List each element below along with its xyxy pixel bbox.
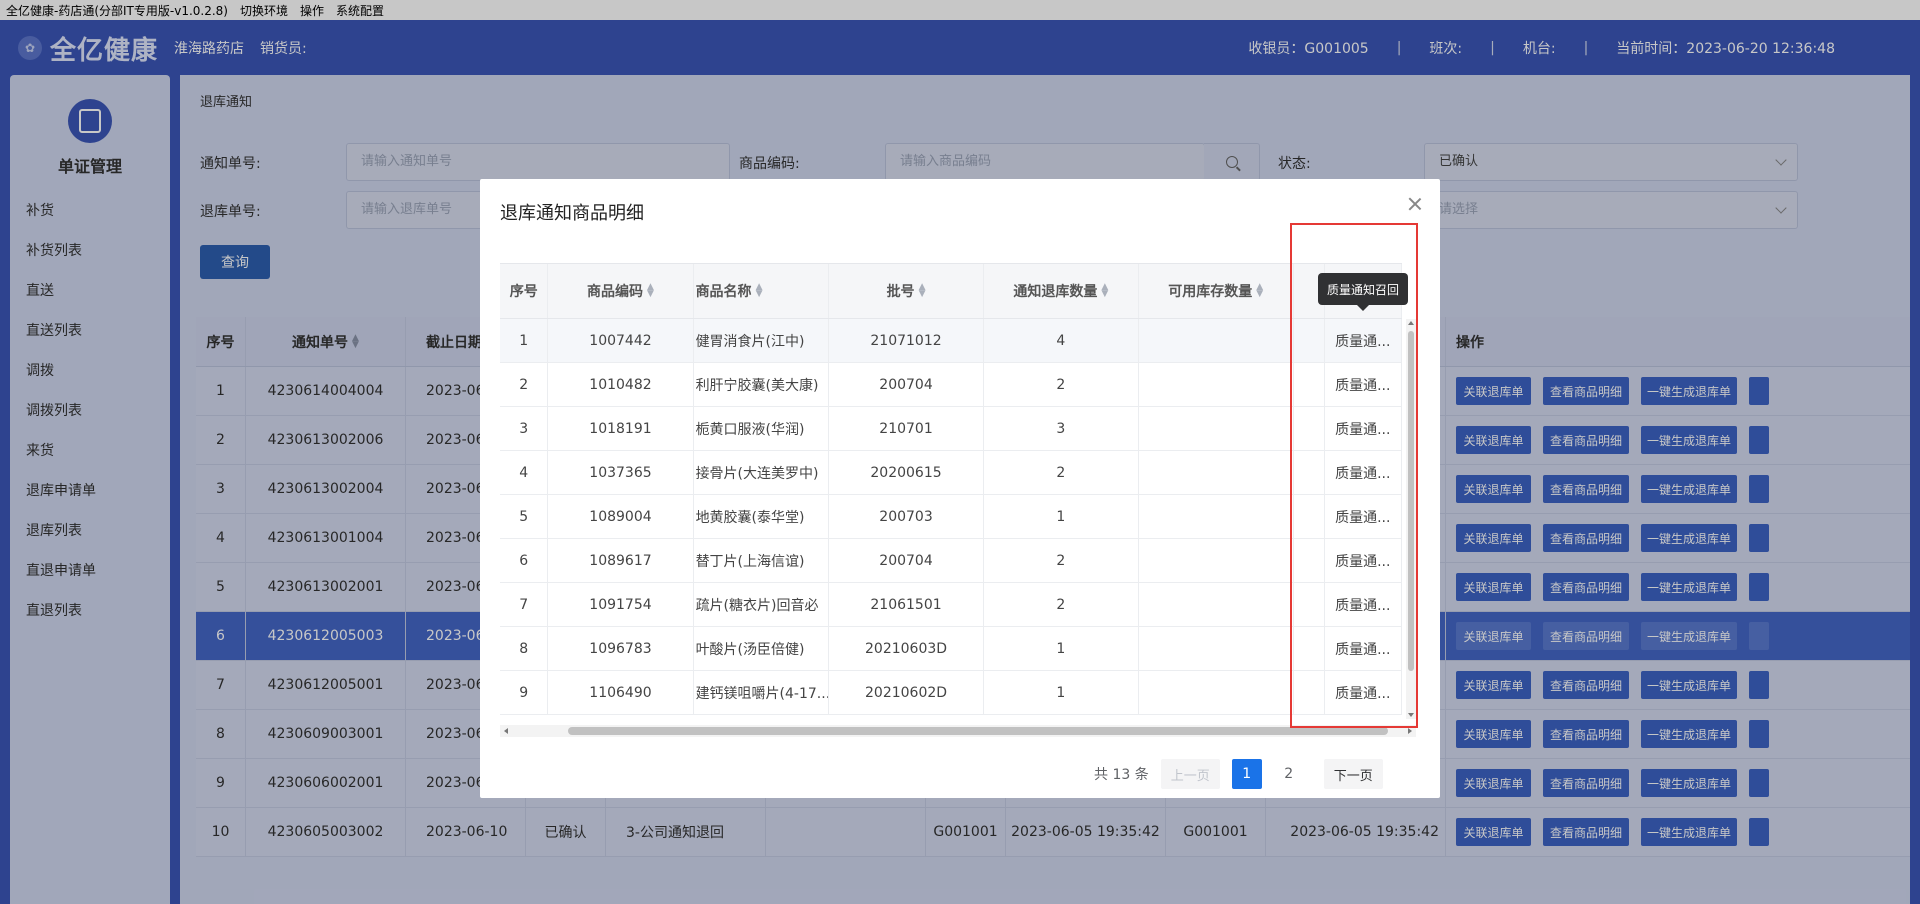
next-page-button[interactable]: 下一页 [1323, 759, 1383, 789]
recall-tooltip: 质量通知召回 [1318, 273, 1408, 311]
sort-icon: ▲▼ [647, 282, 654, 299]
row-goods-name: 建钙镁咀嚼片(4-17... [694, 671, 830, 714]
row-goods-code: 1091754 [548, 583, 694, 626]
row-notice-qty: 3 [984, 407, 1139, 450]
close-icon[interactable] [1408, 197, 1422, 211]
row-notice-qty: 2 [984, 451, 1139, 494]
prev-page-button[interactable]: 上一页 [1160, 759, 1220, 789]
row-available-qty [1139, 451, 1294, 494]
sort-icon: ▲▼ [1101, 282, 1109, 299]
row-available-qty [1139, 539, 1294, 582]
pagination-total: 共 13 条 [1094, 767, 1149, 783]
sort-icon: ▲▼ [755, 282, 763, 299]
row-notice-qty: 1 [984, 627, 1139, 670]
row-goods-name: 接骨片(大连美罗中) [694, 451, 830, 494]
row-seq: 1 [500, 319, 549, 362]
row-seq: 2 [500, 363, 549, 406]
scroll-left-icon[interactable] [504, 728, 508, 734]
row-goods-code: 1037365 [548, 451, 694, 494]
col-seq: 序号 [500, 264, 549, 318]
row-notice-qty: 2 [984, 539, 1139, 582]
row-goods-code: 1018191 [548, 407, 694, 450]
row-goods-name: 替丁片(上海信谊) [694, 539, 830, 582]
row-available-qty [1139, 319, 1294, 362]
table-row[interactable]: 5 1089004 地黄胶囊(泰华堂) 200703 1 质量通... [500, 495, 1402, 539]
row-available-qty [1139, 671, 1294, 714]
scroll-thumb[interactable] [568, 727, 1388, 735]
horizontal-scrollbar[interactable] [500, 725, 1416, 737]
table-row[interactable]: 4 1037365 接骨片(大连美罗中) 20200615 2 质量通... [500, 451, 1402, 495]
row-available-qty [1139, 495, 1294, 538]
goods-detail-table: 序号 商品编码 ▲ ▼ 商品名称 ▲ ▼ 批号 ▲ ▼ 通知退库数量 ▲ ▼ 可用库存数量 ▲ ▼ … [500, 263, 1402, 743]
col-batch[interactable]: 批号 ▲ ▼ [829, 264, 984, 318]
col-goods-code[interactable]: 商品编码 ▲ ▼ [548, 264, 694, 318]
row-batch: 20210602D [829, 671, 984, 714]
row-notice-qty: 2 [984, 583, 1139, 626]
page-1[interactable]: 1 [1231, 759, 1262, 789]
row-seq: 3 [500, 407, 549, 450]
row-notice-qty: 1 [984, 495, 1139, 538]
row-goods-code: 1089617 [548, 539, 694, 582]
page-2[interactable]: 2 [1274, 759, 1304, 789]
col-goods-name[interactable]: 商品名称 ▲ ▼ [694, 264, 830, 318]
table-row[interactable]: 3 1018191 栀黄口服液(华润) 210701 3 质量通... [500, 407, 1402, 451]
pagination: 共 13 条 上一页 1 2 下一页 [1094, 759, 1395, 789]
row-goods-code: 1010482 [548, 363, 694, 406]
row-available-qty [1139, 407, 1294, 450]
row-notice-qty: 4 [984, 319, 1139, 362]
row-batch: 20200615 [829, 451, 984, 494]
row-goods-name: 健胃消食片(江中) [694, 319, 830, 362]
row-goods-name: 利肝宁胶囊(美大康) [694, 363, 830, 406]
col-notice-qty[interactable]: 通知退库数量 ▲ ▼ [984, 264, 1139, 318]
row-batch: 20210603D [829, 627, 984, 670]
table-row[interactable]: 9 1106490 建钙镁咀嚼片(4-17... 20210602D 1 质量通... [500, 671, 1402, 715]
row-available-qty [1139, 583, 1294, 626]
row-batch: 21071012 [829, 319, 984, 362]
row-batch: 200703 [829, 495, 984, 538]
sort-icon: ▲▼ [918, 282, 926, 299]
table-row[interactable]: 8 1096783 叶酸片(汤臣倍健) 20210603D 1 质量通... [500, 627, 1402, 671]
row-seq: 9 [500, 671, 549, 714]
row-seq: 7 [500, 583, 549, 626]
row-notice-qty: 1 [984, 671, 1139, 714]
table-header: 序号 商品编码 ▲ ▼ 商品名称 ▲ ▼ 批号 ▲ ▼ 通知退库数量 ▲ ▼ 可用库存数量 ▲ ▼ [500, 263, 1402, 319]
row-batch: 200704 [829, 539, 984, 582]
col-available-qty[interactable]: 可用库存数量 ▲ ▼ [1139, 264, 1294, 318]
row-seq: 6 [500, 539, 549, 582]
row-goods-name: 地黄胶囊(泰华堂) [694, 495, 830, 538]
table-row[interactable]: 2 1010482 利肝宁胶囊(美大康) 200704 2 质量通... [500, 363, 1402, 407]
row-batch: 21061501 [829, 583, 984, 626]
row-notice-qty: 2 [984, 363, 1139, 406]
row-available-qty [1139, 363, 1294, 406]
goods-detail-modal: 退库通知商品明细 序号 商品编码 ▲ ▼ 商品名称 ▲ ▼ 批号 ▲ ▼ 通知退库数量 ▲ ▼ … [480, 179, 1440, 798]
row-available-qty [1139, 627, 1294, 670]
row-goods-code: 1089004 [548, 495, 694, 538]
row-goods-name: 叶酸片(汤臣倍健) [694, 627, 830, 670]
modal-title: 退库通知商品明细 [500, 203, 644, 224]
table-row[interactable]: 1 1007442 健胃消食片(江中) 21071012 4 质量通... [500, 319, 1402, 363]
row-seq: 8 [500, 627, 549, 670]
table-row[interactable]: 7 1091754 疏片(糖衣片)回音必 21061501 2 质量通... [500, 583, 1402, 627]
row-goods-name: 栀黄口服液(华润) [694, 407, 830, 450]
row-seq: 5 [500, 495, 549, 538]
row-goods-name: 疏片(糖衣片)回音必 [694, 583, 830, 626]
row-goods-code: 1106490 [548, 671, 694, 714]
row-batch: 200704 [829, 363, 984, 406]
sort-icon: ▲▼ [1256, 282, 1264, 299]
table-row[interactable]: 6 1089617 替丁片(上海信谊) 200704 2 质量通... [500, 539, 1402, 583]
row-goods-code: 1007442 [548, 319, 694, 362]
row-goods-code: 1096783 [548, 627, 694, 670]
row-batch: 210701 [829, 407, 984, 450]
scroll-right-icon[interactable] [1408, 728, 1412, 734]
row-seq: 4 [500, 451, 549, 494]
